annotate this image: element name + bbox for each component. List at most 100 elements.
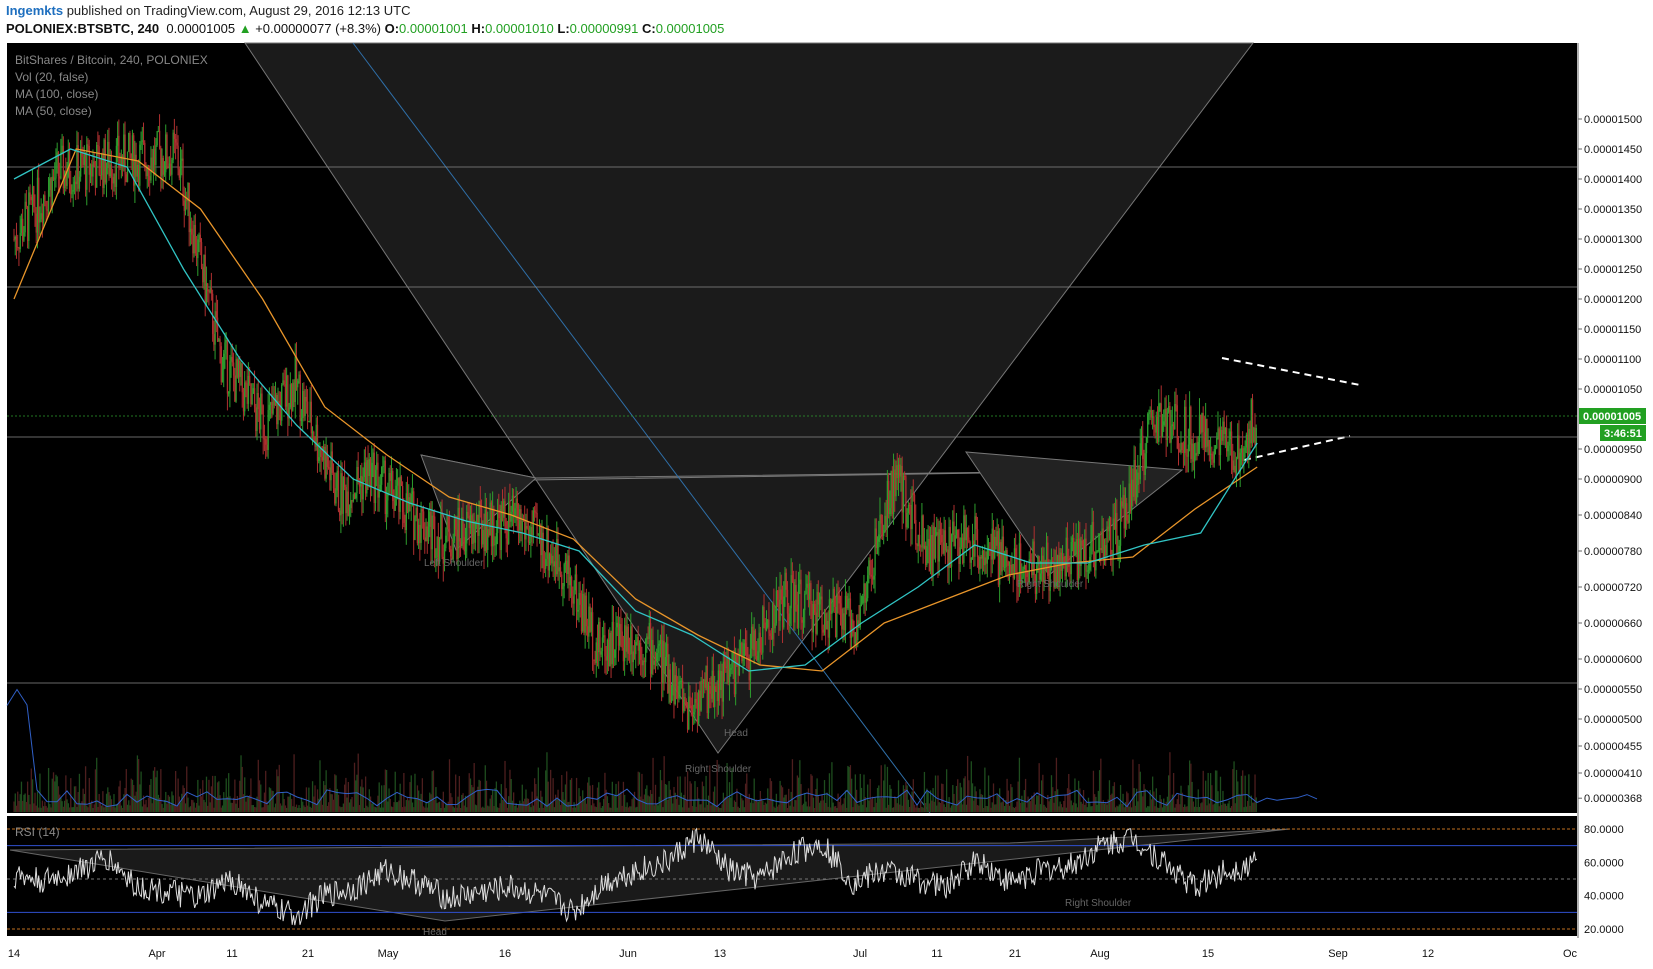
- candle-body-0: [13, 239, 15, 240]
- candle-body-129: [172, 132, 174, 160]
- candle-body-961: [1198, 414, 1201, 442]
- candle-body-494: [622, 647, 625, 662]
- candle-body-385: [488, 529, 490, 536]
- candle-body-308: [393, 501, 395, 511]
- candle-body-13: [29, 192, 31, 197]
- volume-bar-9: [24, 793, 26, 812]
- legend-rsi: RSI (14): [15, 825, 60, 839]
- volume-bar-976: [1217, 791, 1219, 812]
- volume-bar-829: [1036, 795, 1038, 812]
- candle-body-296: [378, 490, 380, 498]
- volume-bar-429: [542, 807, 544, 812]
- volume-bar-897: [1119, 784, 1122, 812]
- candle-body-64: [92, 161, 94, 177]
- volume-bar-610: [765, 803, 768, 812]
- volume-bar-292: [373, 806, 375, 812]
- candle-body-793: [991, 528, 993, 560]
- volume-bar-181: [236, 796, 238, 812]
- candle-body-968: [1207, 439, 1209, 447]
- volume-bar-599: [752, 803, 754, 812]
- volume-bar-669: [838, 801, 840, 812]
- candle-body-592: [743, 643, 745, 656]
- volume-bar-788: [985, 805, 987, 812]
- candle-body-954: [1190, 406, 1192, 460]
- volume-bar-421: [532, 805, 535, 812]
- volume-bar-272: [348, 802, 351, 812]
- volume-bar-195: [253, 806, 256, 812]
- candle-body-732: [916, 544, 918, 547]
- candle-body-24: [43, 195, 45, 223]
- volume-bar-811: [1013, 807, 1016, 812]
- candle-body-72: [102, 153, 104, 188]
- volume-bar-643: [806, 806, 808, 812]
- candle-body-661: [828, 599, 831, 638]
- x-tick-6: Jun: [619, 948, 637, 960]
- volume-bar-572: [719, 807, 721, 812]
- candle-body-455: [574, 574, 576, 591]
- candle-body-49: [73, 181, 76, 191]
- candle-body-770: [963, 515, 965, 564]
- volume-bar-585: [735, 801, 737, 812]
- volume-bar-127: [170, 804, 172, 812]
- volume-bar-337: [429, 792, 431, 812]
- candle-body-472: [595, 642, 597, 663]
- candle-body-478: [603, 635, 605, 638]
- candle-body-180: [235, 359, 237, 402]
- volume-bar-721: [902, 785, 905, 812]
- candle-body-589: [739, 642, 742, 654]
- candle-body-227: [293, 382, 295, 403]
- candle-body-490: [617, 622, 620, 646]
- candle-body-724: [906, 512, 908, 528]
- candle-body-464: [585, 595, 588, 627]
- volume-bar-990: [1234, 803, 1236, 812]
- candle-body-3: [17, 246, 19, 248]
- volume-bar-985: [1228, 800, 1230, 812]
- candle-body-726: [908, 504, 911, 506]
- candle-body-965: [1203, 432, 1206, 448]
- candle-body-206: [267, 410, 269, 451]
- volume-bar-222: [287, 796, 289, 812]
- candle-body-111: [150, 157, 152, 181]
- volume-bar-849: [1060, 804, 1063, 812]
- volume-bar-988: [1232, 769, 1234, 812]
- volume-bar-428: [541, 796, 543, 812]
- candle-body-409: [517, 520, 520, 531]
- candle-body-540: [679, 680, 681, 683]
- candle-body-545: [685, 700, 688, 706]
- volume-bar-745: [932, 788, 934, 812]
- volume-bar-603: [757, 801, 759, 812]
- candle-body-730: [913, 494, 916, 520]
- volume-bar-69: [98, 793, 100, 812]
- candle-body-665: [833, 588, 836, 607]
- candle-body-181: [236, 359, 238, 378]
- volume-bar-39: [61, 801, 63, 812]
- candle-body-553: [695, 698, 697, 703]
- candle-body-104: [141, 140, 143, 142]
- candle-body-659: [826, 620, 828, 630]
- candle-body-819: [1023, 565, 1026, 570]
- volume-bar-285: [364, 776, 367, 812]
- candle-body-443: [559, 567, 562, 575]
- legend-ma100: MA (100, close): [15, 87, 98, 101]
- volume-bar-358: [455, 774, 457, 812]
- volume-bar-805: [1006, 778, 1008, 812]
- candle-body-603: [757, 651, 759, 661]
- candle-body-559: [702, 679, 705, 682]
- volume-bar-948: [1182, 807, 1185, 812]
- volume-bar-587: [737, 806, 739, 812]
- volume-bar-143: [189, 806, 192, 812]
- volume-bar-547: [688, 807, 690, 812]
- volume-bar-828: [1034, 804, 1037, 812]
- candle-body-368: [467, 511, 469, 517]
- volume-bar-157: [207, 805, 209, 812]
- volume-bar-1001: [1248, 774, 1250, 812]
- candle-body-117: [157, 130, 160, 132]
- volume-bar-497: [626, 802, 628, 812]
- candle-body-255: [327, 467, 330, 469]
- candle-body-118: [158, 130, 161, 148]
- candle-body-758: [948, 526, 950, 568]
- candle-body-941: [1174, 404, 1176, 429]
- price-chart[interactable]: 0.000015000.000014500.000014000.00001350…: [0, 0, 1653, 969]
- candle-body-795: [994, 536, 996, 559]
- candle-body-1006: [1254, 427, 1256, 446]
